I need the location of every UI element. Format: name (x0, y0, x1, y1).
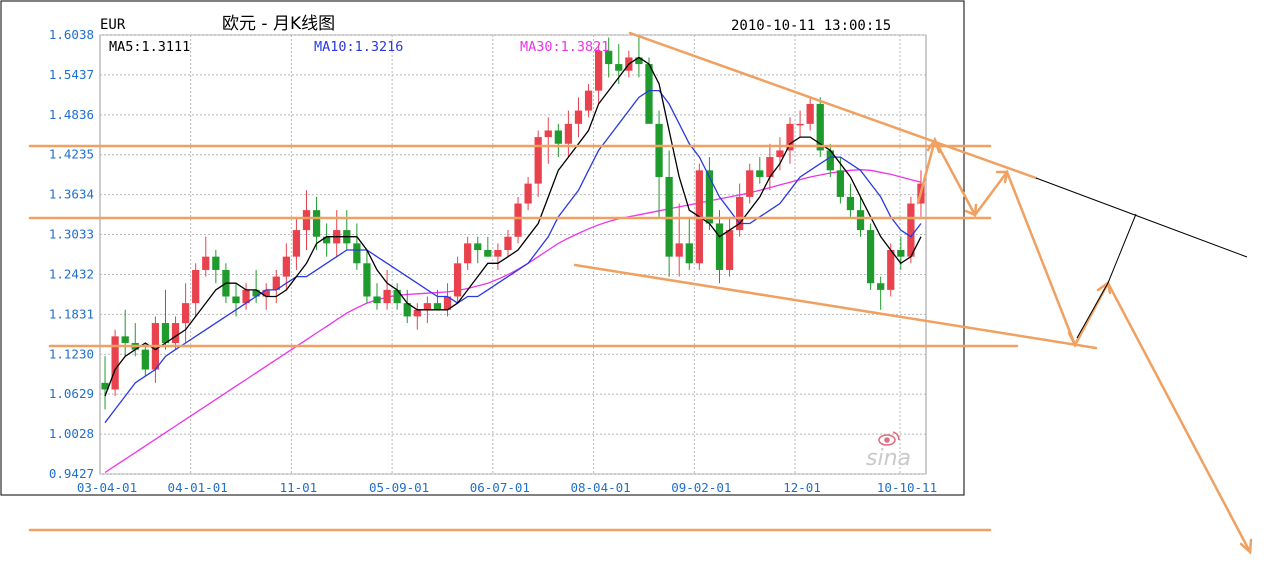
candle-body (171, 323, 180, 343)
candle-body (433, 303, 442, 310)
candle-body (121, 336, 129, 343)
x-tick-label: 06-07-01 (470, 480, 530, 495)
candle-body (776, 150, 784, 158)
y-tick-label: 1.1831 (49, 306, 94, 321)
x-tick-label: 09-02-01 (671, 480, 731, 495)
candle-body (282, 256, 290, 277)
candle-body (464, 243, 472, 264)
candle-body (484, 250, 492, 257)
candle-body (796, 123, 804, 126)
candle-body (564, 123, 573, 144)
legend-ma30: MA30:1.3821 (520, 39, 609, 55)
candle-body (453, 263, 462, 297)
candle-body (413, 309, 421, 317)
candle-body (554, 130, 562, 144)
x-tick-label: 12-01 (783, 480, 821, 495)
y-tick-label: 1.6038 (49, 27, 94, 42)
eur-monthly-chart: EUR 欧元 - 月K线图 2010-10-11 13:00:15 MA5:1.… (0, 0, 1253, 555)
x-tick-label: 08-04-01 (570, 480, 630, 495)
x-axis-ticks: 03-04-01 04-01-01 11-01 05-09-01 06-07-01 08-… (77, 480, 937, 495)
candle-body (534, 137, 542, 184)
candle-body (363, 263, 371, 297)
y-tick-label: 1.3634 (49, 187, 94, 202)
candle-body (514, 203, 522, 237)
candle-body (302, 210, 311, 231)
y-tick-label: 1.4235 (49, 147, 94, 162)
candle-body (312, 210, 321, 237)
candle-body (907, 203, 915, 257)
candle-body (423, 303, 432, 310)
candle-body (141, 349, 149, 370)
timestamp: 2010-10-11 13:00:15 (731, 18, 891, 34)
x-tick-label: 11-01 (280, 480, 318, 495)
candle-body (715, 223, 724, 270)
candle-body (474, 243, 482, 251)
symbol-label: EUR (100, 17, 126, 33)
candle-body (877, 283, 885, 290)
candle-body (192, 269, 200, 304)
candle-body (504, 236, 512, 251)
candle-body (756, 170, 764, 177)
candle-body (161, 323, 170, 343)
y-tick-label: 1.4836 (49, 107, 94, 122)
candle-body (574, 110, 583, 124)
x-tick-label: 10-10-11 (877, 480, 937, 495)
candle-body (856, 210, 865, 231)
candle-body (866, 230, 875, 284)
candle-body (897, 250, 905, 257)
candle-body (232, 296, 240, 304)
plot-area (99, 34, 927, 475)
y-tick-label: 1.5437 (49, 67, 94, 82)
projection-line-1 (1035, 177, 1248, 258)
chart-title: 欧元 - 月K线图 (222, 14, 335, 34)
candle-body (594, 50, 603, 91)
candle-body (111, 336, 119, 390)
thin-projection-lines (1035, 177, 1248, 339)
candle-body (181, 303, 190, 324)
y-tick-label: 1.3033 (49, 227, 94, 242)
candle-body (212, 256, 220, 270)
candle-body (725, 230, 734, 270)
y-tick-label: 1.0028 (49, 426, 94, 441)
candle-body (353, 243, 361, 264)
x-tick-label: 03-04-01 (77, 480, 137, 495)
x-tick-label: 04-01-01 (168, 480, 228, 495)
candle-body (615, 64, 623, 71)
candle-body (887, 250, 895, 290)
candle-body (524, 183, 532, 204)
y-tick-label: 1.1230 (49, 346, 94, 361)
candle-body (373, 296, 381, 304)
candle-body (836, 170, 845, 197)
candle-body (675, 243, 683, 257)
x-tick-label: 05-09-01 (369, 480, 429, 495)
candle-body (584, 90, 593, 111)
sina-brand: sina (866, 446, 911, 471)
candle-body (202, 256, 210, 270)
candle-body (655, 123, 663, 177)
candle-body (292, 230, 301, 257)
legend-ma5: MA5:1.3111 (109, 39, 190, 55)
candle-body (383, 289, 391, 304)
candle-body (685, 243, 693, 264)
y-tick-label: 1.2432 (49, 266, 94, 281)
candle-body (806, 103, 814, 124)
candle-body (846, 196, 855, 211)
candle-body (393, 289, 401, 304)
candle-body (544, 130, 552, 138)
candle-body (645, 64, 653, 124)
candle-body (746, 170, 754, 197)
legend-ma10: MA10:1.3216 (314, 39, 403, 55)
y-tick-label: 1.0629 (49, 386, 94, 401)
y-tick-label: 0.9427 (49, 466, 94, 481)
candle-body (494, 250, 502, 257)
